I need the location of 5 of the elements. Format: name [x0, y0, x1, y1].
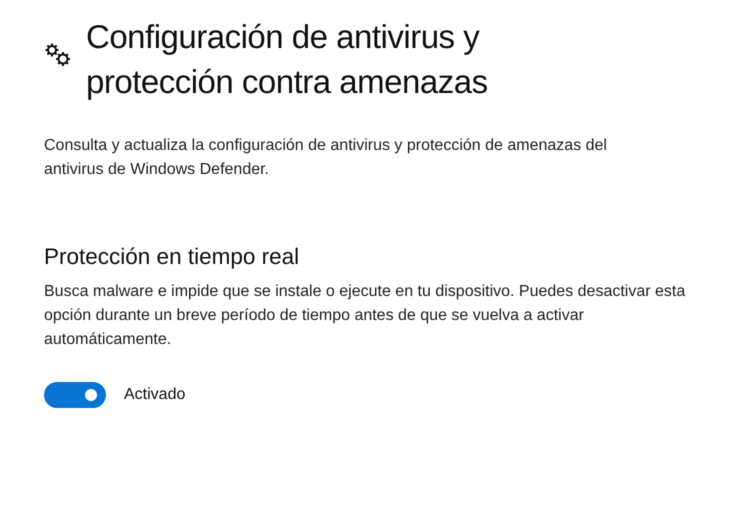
toggle-label: Activado: [124, 386, 186, 404]
page-title: Configuración de antivirus y protección contra amenazas: [86, 17, 489, 102]
section-description: Busca malware e impide que se instale o ejecute en tu dispositivo. Puedes desactivar esta opción durante un breve período de tiempo antes de que se vuelva a activar automáticamente.: [44, 282, 686, 350]
section-title: Protección en tiempo real: [44, 244, 300, 270]
page-description: Consulta y actualiza la configuración de antivirus y protección de amenazas del antivirus de Windows Defender.: [44, 136, 608, 180]
